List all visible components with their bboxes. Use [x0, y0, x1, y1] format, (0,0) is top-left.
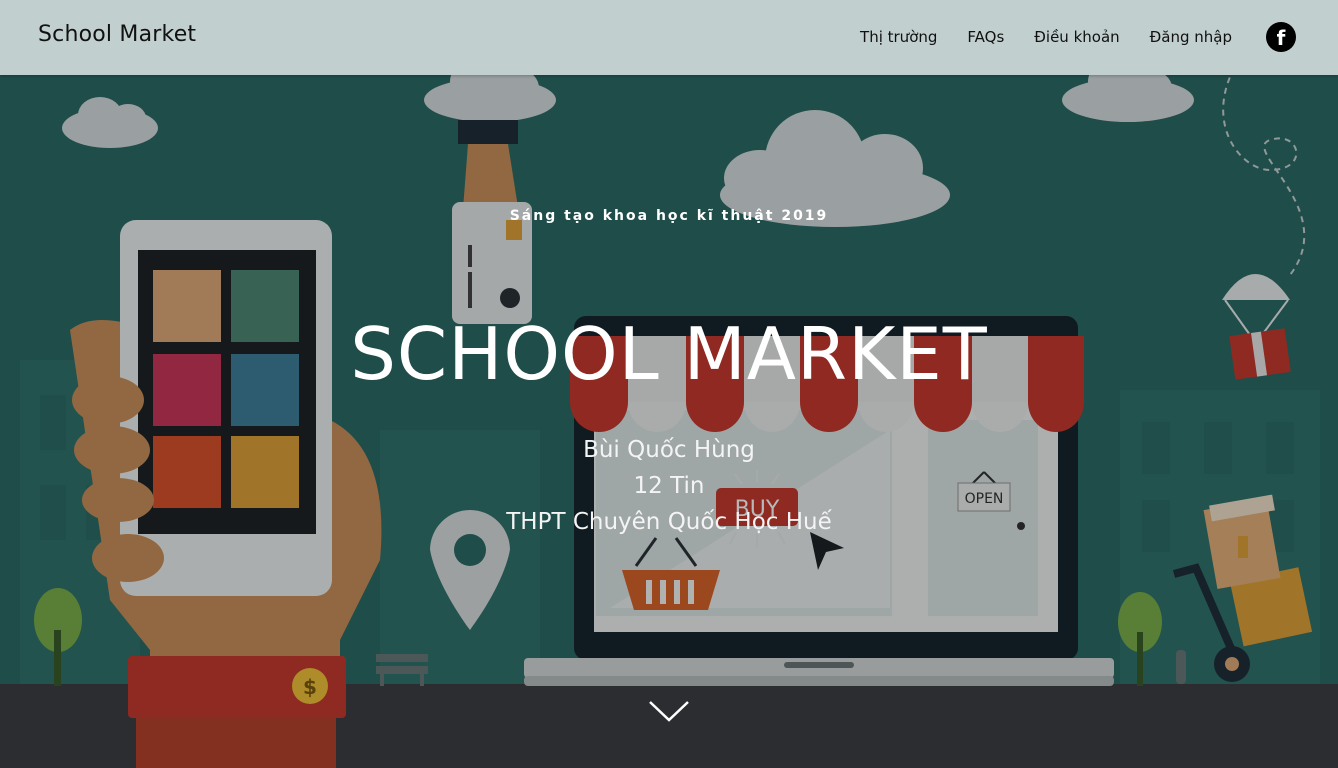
nav-link-terms[interactable]: Điều khoản: [1034, 20, 1119, 54]
facebook-icon[interactable]: f: [1266, 22, 1296, 52]
brand-logo[interactable]: School Market: [38, 22, 196, 47]
scroll-down-button[interactable]: [648, 698, 690, 724]
nav-link-market[interactable]: Thị trường: [860, 20, 937, 54]
hero-kicker: Sáng tạo khoa học kĩ thuật 2019: [509, 208, 829, 224]
nav-link-faqs[interactable]: FAQs: [967, 20, 1004, 54]
hero-section: $ BUY OPEN Sáng tạo khoa học kĩ thuật 20…: [0, 0, 1338, 768]
hero-class: 12 Tin: [633, 473, 705, 499]
chevron-down-icon: [649, 701, 689, 722]
hero-author: Bùi Quốc Hùng: [583, 437, 755, 463]
nav-link-login[interactable]: Đăng nhập: [1150, 20, 1232, 54]
hero-title: SCHOOL MARKET: [350, 312, 988, 396]
top-navbar: School Market Thị trường FAQs Điều khoản…: [0, 0, 1338, 75]
hero-text: Sáng tạo khoa học kĩ thuật 2019 SCHOOL M…: [0, 0, 1338, 768]
hero-school: THPT Chuyên Quốc Học Huế: [506, 509, 832, 535]
nav-links: Thị trường FAQs Điều khoản Đăng nhập f: [830, 20, 1296, 54]
